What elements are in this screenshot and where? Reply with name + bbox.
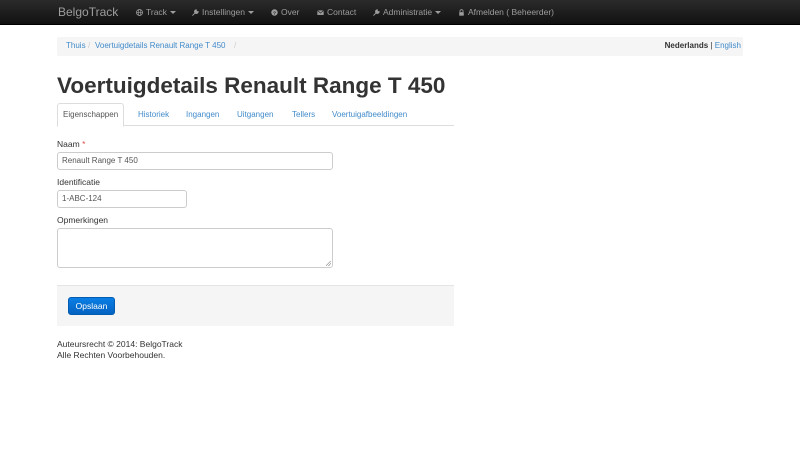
nav-over-label: Over	[281, 7, 300, 17]
wrench-icon	[192, 9, 199, 16]
language-current: Nederlands	[664, 41, 709, 50]
breadcrumb: Thuis / Voertuigdetails Renault Range T …	[57, 37, 743, 56]
brand-logo[interactable]: BelgoTrack	[58, 0, 118, 25]
nav-contact[interactable]: Contact	[317, 0, 356, 25]
nav-afmelden[interactable]: Afmelden ( Beheerder)	[458, 0, 554, 25]
name-label-text: Naam	[57, 139, 80, 149]
footer-rights: Alle Rechten Voorbehouden.	[57, 350, 166, 360]
nav-instellingen[interactable]: Instellingen	[192, 0, 255, 25]
tab-uitgangen[interactable]: Uitgangen	[237, 103, 273, 126]
nav-afmelden-label: Afmelden ( Beheerder)	[468, 7, 554, 17]
envelope-icon	[317, 10, 324, 15]
nav-administratie-label: Administratie	[383, 7, 433, 17]
save-button[interactable]: Opslaan	[68, 297, 115, 315]
tab-tellers[interactable]: Tellers	[292, 103, 315, 126]
language-separator: |	[710, 41, 713, 50]
chevron-down-icon	[169, 11, 176, 14]
nav-administratie[interactable]: Administratie	[373, 0, 442, 25]
footer: Auteursrecht © 2014: BelgoTrack Alle Rec…	[57, 339, 182, 361]
svg-text:?: ?	[273, 11, 276, 16]
remarks-field-label: Opmerkingen	[57, 215, 109, 225]
language-english-link[interactable]: English	[715, 41, 741, 50]
globe-icon	[136, 9, 143, 16]
name-field-label: Naam *	[57, 139, 85, 149]
nav-contact-label: Contact	[327, 7, 357, 17]
nav-track[interactable]: Track	[136, 0, 176, 25]
tab-voertuigafbeeldingen[interactable]: Voertuigafbeeldingen	[332, 103, 407, 126]
top-navbar: BelgoTrack Track Instellingen ? Over Con…	[0, 0, 800, 25]
nav-track-label: Track	[146, 7, 167, 17]
language-switcher: Nederlands | English	[665, 41, 741, 50]
breadcrumb-current-link[interactable]: Voertuigdetails Renault Range T 450	[95, 41, 225, 50]
page-title: Voertuigdetails Renault Range T 450	[57, 73, 446, 98]
nav-instellingen-label: Instellingen	[202, 7, 246, 17]
tab-eigenschappen[interactable]: Eigenschappen	[57, 103, 125, 127]
info-icon: ?	[271, 9, 278, 16]
tab-ingangen[interactable]: Ingangen	[186, 103, 219, 126]
breadcrumb-home-link[interactable]: Thuis	[66, 41, 86, 50]
nav-over[interactable]: ? Over	[271, 0, 299, 25]
name-field[interactable]: Renault Range T 450	[57, 152, 333, 170]
required-marker: *	[82, 139, 86, 149]
tab-historiek[interactable]: Historiek	[138, 103, 169, 126]
chevron-down-icon	[248, 11, 255, 14]
remarks-textarea[interactable]	[57, 228, 333, 268]
chevron-down-icon	[435, 11, 442, 14]
breadcrumb-separator: /	[88, 41, 91, 50]
identification-field-label: Identificatie	[57, 177, 100, 187]
identification-field[interactable]: 1-ABC-124	[57, 190, 187, 208]
lock-icon	[459, 9, 464, 16]
footer-copyright: Auteursrecht © 2014: BelgoTrack	[57, 339, 183, 349]
breadcrumb-separator: /	[234, 41, 237, 50]
resize-handle-icon[interactable]	[326, 261, 331, 266]
form-actions: Opslaan	[57, 285, 454, 326]
tab-bar: Eigenschappen Historiek Ingangen Uitgang…	[57, 103, 454, 127]
wrench-icon	[373, 9, 380, 16]
